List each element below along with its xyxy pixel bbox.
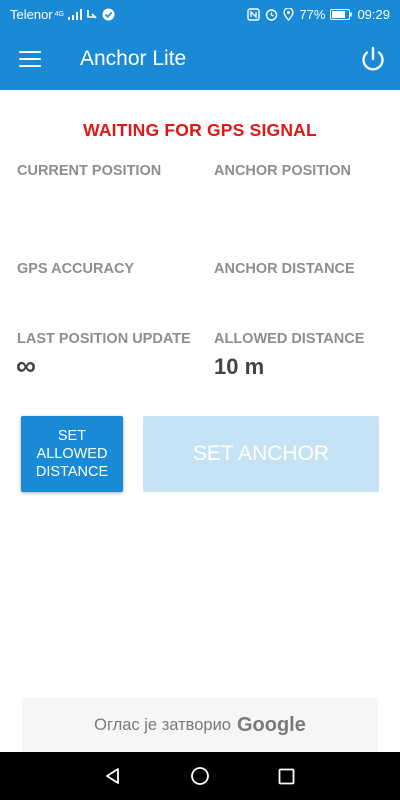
system-nav-bar (0, 752, 400, 800)
check-circle-icon (102, 8, 115, 20)
gps-accuracy-label: GPS ACCURACY (17, 261, 135, 277)
google-logo-text: Google (236, 713, 306, 736)
hamburger-menu-icon (19, 51, 41, 67)
call-forward-icon (87, 10, 97, 19)
current-position-label: CURRENT POSITION (17, 163, 162, 179)
power-icon[interactable] (358, 44, 388, 74)
alarm-icon (266, 8, 278, 21)
menu-button[interactable] (0, 28, 60, 90)
nfc-icon (247, 7, 261, 21)
carrier-name: Telenor (10, 6, 53, 22)
battery-percentage: 77% (299, 6, 326, 22)
back-button[interactable] (98, 761, 128, 791)
home-button[interactable] (185, 761, 215, 791)
allowed-distance-label: ALLOWED DISTANCE (214, 331, 365, 347)
status-bar: Telenor 4G 77% 09:29 (0, 0, 400, 28)
back-triangle-icon (106, 768, 120, 784)
app-title: Anchor Lite (80, 47, 187, 70)
anchor-distance-label: ANCHOR DISTANCE (214, 261, 355, 277)
ad-closed-text: Оглас је затворио (94, 715, 231, 734)
last-position-update-label: LAST POSITION UPDATE (17, 331, 191, 347)
anchor-position-label: ANCHOR POSITION (214, 163, 351, 179)
network-type: 4G (54, 10, 64, 18)
recents-button[interactable] (272, 761, 302, 791)
clock: 09:29 (357, 6, 390, 22)
set-allowed-distance-button[interactable]: SET ALLOWED DISTANCE (21, 416, 123, 492)
battery-icon (330, 8, 353, 20)
last-position-update-value: ∞ (16, 350, 36, 381)
recents-square-icon (278, 768, 295, 784)
set-anchor-button[interactable]: SET ANCHOR (143, 416, 379, 492)
gps-status-message: WAITING FOR GPS SIGNAL (83, 120, 317, 140)
home-circle-icon (191, 767, 209, 785)
signal-icon (67, 8, 82, 20)
app-bar: Anchor Lite (0, 28, 400, 90)
allowed-distance-value: 10 m (214, 354, 265, 379)
ad-banner[interactable]: Оглас је затворио Google (22, 698, 378, 752)
location-icon (283, 7, 295, 21)
